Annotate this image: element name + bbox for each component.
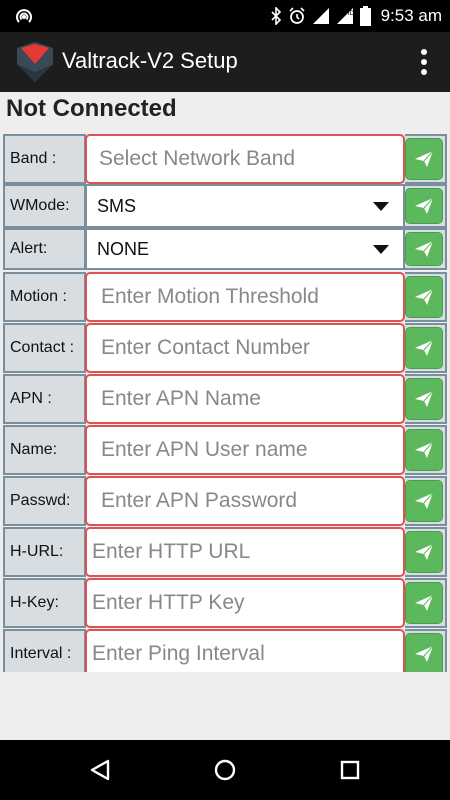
http-key-label: H-Key: <box>3 578 86 628</box>
signal-icon <box>312 8 329 24</box>
connection-status: Not Connected <box>6 95 177 122</box>
motion-input[interactable]: Enter Motion Threshold <box>85 272 405 322</box>
send-icon <box>415 595 433 611</box>
app-title: Valtrack-V2 Setup <box>62 48 238 73</box>
apn-input[interactable]: Enter APN Name <box>85 374 405 424</box>
band-send-button[interactable] <box>405 138 443 180</box>
apn-label: APN : <box>3 374 86 424</box>
http-url-input[interactable]: Enter HTTP URL <box>85 527 405 577</box>
interval-label: Interval : <box>3 629 86 672</box>
http-url-send-button[interactable] <box>405 531 443 573</box>
home-icon[interactable] <box>213 758 237 782</box>
apn-password-input[interactable]: Enter APN Password <box>85 476 405 526</box>
app-bar: Valtrack-V2 Setup <box>0 32 450 92</box>
motion-send-button[interactable] <box>405 276 443 318</box>
app-logo-icon <box>17 42 53 82</box>
send-icon <box>415 493 433 509</box>
apn-row: APN : Enter APN Name <box>3 374 447 424</box>
back-icon[interactable] <box>88 758 112 782</box>
band-row: Band : Select Network Band <box>3 134 447 184</box>
alert-label: Alert: <box>3 228 86 270</box>
passwd-send-button[interactable] <box>405 480 443 522</box>
ping-interval-input[interactable]: Enter Ping Interval <box>85 629 405 672</box>
settings-form: Band : Select Network Band WMode: SMS Al… <box>3 134 447 672</box>
motion-row: Motion : Enter Motion Threshold <box>3 272 447 322</box>
passwd-row: Passwd: Enter APN Password <box>3 476 447 526</box>
apn-name-row: Name: Enter APN User name <box>3 425 447 475</box>
send-icon <box>415 241 433 257</box>
hotspot-icon <box>16 9 32 23</box>
alert-row: Alert: NONE <box>3 228 447 270</box>
send-icon <box>415 646 433 662</box>
http-key-input[interactable]: Enter HTTP Key <box>85 578 405 628</box>
http-key-send-button[interactable] <box>405 582 443 624</box>
http-url-row: H-URL: Enter HTTP URL <box>3 527 447 577</box>
http-url-label: H-URL: <box>3 527 86 577</box>
apn-send-button[interactable] <box>405 378 443 420</box>
status-bar: HD 9:53 am <box>0 0 450 32</box>
send-icon <box>415 442 433 458</box>
wmode-send-button[interactable] <box>405 188 443 224</box>
contact-label: Contact : <box>3 323 86 373</box>
contact-input[interactable]: Enter Contact Number <box>85 323 405 373</box>
dropdown-arrow-icon <box>373 245 389 254</box>
wmode-row: WMode: SMS <box>3 184 447 228</box>
passwd-label: Passwd: <box>3 476 86 526</box>
apn-name-label: Name: <box>3 425 86 475</box>
clock: 9:53 am <box>380 6 442 25</box>
bluetooth-icon <box>270 7 281 25</box>
interval-row: Interval : Enter Ping Interval <box>3 629 447 672</box>
navigation-bar <box>0 740 450 800</box>
band-input[interactable]: Select Network Band <box>85 134 405 184</box>
http-key-row: H-Key: Enter HTTP Key <box>3 578 447 628</box>
dropdown-arrow-icon <box>373 202 389 211</box>
send-icon <box>415 151 433 167</box>
alert-select[interactable]: NONE <box>85 228 405 270</box>
send-icon <box>415 391 433 407</box>
recents-icon[interactable] <box>338 758 362 782</box>
battery-icon <box>359 6 371 26</box>
interval-send-button[interactable] <box>405 633 443 672</box>
hd-signal-icon: HD <box>336 8 354 24</box>
wmode-label: WMode: <box>3 184 86 228</box>
apn-username-input[interactable]: Enter APN User name <box>85 425 405 475</box>
band-label: Band : <box>3 134 86 184</box>
alert-send-button[interactable] <box>405 232 443 266</box>
overflow-menu-icon[interactable] <box>420 46 428 78</box>
wmode-select[interactable]: SMS <box>85 184 405 228</box>
send-icon <box>415 340 433 356</box>
contact-row: Contact : Enter Contact Number <box>3 323 447 373</box>
send-icon <box>415 289 433 305</box>
motion-label: Motion : <box>3 272 86 322</box>
send-icon <box>415 198 433 214</box>
svg-text:HD: HD <box>345 10 354 17</box>
apn-name-send-button[interactable] <box>405 429 443 471</box>
contact-send-button[interactable] <box>405 327 443 369</box>
send-icon <box>415 544 433 560</box>
alarm-icon <box>288 7 305 24</box>
